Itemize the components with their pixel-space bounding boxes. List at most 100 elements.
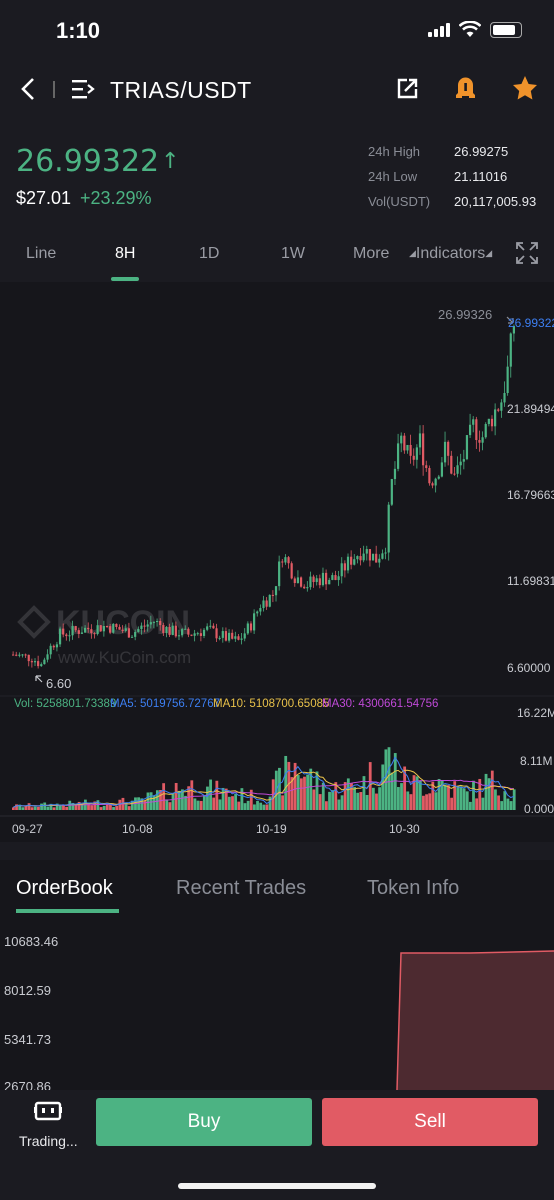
candle-body xyxy=(262,600,265,609)
candle-body xyxy=(497,409,500,411)
candle-body xyxy=(168,627,171,636)
volume-bar xyxy=(231,796,234,810)
candle-body xyxy=(77,630,80,634)
volume-bar xyxy=(99,807,103,810)
candle-body xyxy=(350,556,353,565)
buy-button[interactable]: Buy xyxy=(96,1098,312,1146)
tab-1w[interactable]: 1W xyxy=(281,245,305,263)
candle-body xyxy=(334,575,337,581)
candle-body xyxy=(509,333,512,367)
tab-1d[interactable]: 1D xyxy=(199,245,219,263)
sell-button[interactable]: Sell xyxy=(322,1098,538,1146)
candle-body xyxy=(422,433,425,466)
volume-bar xyxy=(400,783,403,810)
candle-body xyxy=(278,561,281,587)
tab-more[interactable]: More xyxy=(353,245,389,263)
candle-body xyxy=(196,633,199,635)
candle-body xyxy=(112,623,115,633)
volume-bar xyxy=(359,792,363,810)
volume-bar xyxy=(334,782,338,810)
candle-body xyxy=(33,661,37,663)
trading-bot-label[interactable]: Trading... xyxy=(19,1133,78,1149)
candle-body xyxy=(209,625,212,627)
tab-recent-trades[interactable]: Recent Trades xyxy=(176,877,306,900)
depth-y-label: 8012.59 xyxy=(4,983,51,998)
candle-body xyxy=(462,459,465,462)
section-separator xyxy=(0,842,554,860)
volume-bar xyxy=(33,806,37,810)
candle-body xyxy=(224,631,228,641)
candle-body xyxy=(152,621,156,623)
volume-bar xyxy=(287,761,291,810)
volume-bar xyxy=(109,804,112,810)
volume-bar xyxy=(221,787,225,810)
pair-title[interactable]: TRIAS/USDT xyxy=(110,77,252,104)
share-icon[interactable] xyxy=(396,77,419,100)
kline-chart[interactable]: KUCOIN www.KuCoin.com 26.99326 6.60 26.9… xyxy=(0,282,554,842)
candle-body xyxy=(340,563,343,577)
candle-body xyxy=(265,600,268,607)
max-price-label: 26.99326 xyxy=(438,307,492,322)
candle-body xyxy=(296,577,300,584)
tab-orderbook[interactable]: OrderBook xyxy=(16,877,113,900)
cellular-signal-icon xyxy=(428,23,450,37)
volume-bar xyxy=(74,804,78,810)
volume-bar xyxy=(246,800,250,810)
candle-body xyxy=(259,608,262,612)
status-bar: 1:10 xyxy=(0,0,554,60)
volume-bar xyxy=(368,762,372,810)
candle-body xyxy=(271,594,274,596)
volume-bar xyxy=(450,797,453,810)
candle-body xyxy=(249,623,253,631)
volume-bar xyxy=(268,796,272,810)
candle-body xyxy=(74,626,77,631)
candle-body xyxy=(503,392,506,403)
candle-body xyxy=(306,587,309,589)
candle-body xyxy=(105,625,109,627)
robot-icon[interactable] xyxy=(34,1100,62,1122)
candle-body xyxy=(472,419,475,425)
tab-indicators[interactable]: ◢Indicators◢ xyxy=(409,245,492,263)
status-time: 1:10 xyxy=(56,18,101,43)
low-label: 24h Low xyxy=(368,169,418,184)
candle-body xyxy=(99,625,102,632)
volume-bar xyxy=(227,796,231,810)
volume-bar xyxy=(115,805,119,810)
up-arrow-icon: ↑ xyxy=(161,149,180,174)
tab-line[interactable]: Line xyxy=(26,245,56,263)
candle-body xyxy=(96,625,99,635)
volume-bar xyxy=(328,791,331,810)
volume-bar xyxy=(331,790,335,810)
candle-body xyxy=(437,476,440,479)
candle-body xyxy=(143,625,146,627)
volume-bar xyxy=(459,786,463,810)
volume-bar xyxy=(437,778,441,810)
tab-token-info[interactable]: Token Info xyxy=(367,877,459,900)
fullscreen-icon[interactable] xyxy=(516,242,538,264)
candle-body xyxy=(400,435,403,444)
candle-body xyxy=(431,483,434,486)
candle-body xyxy=(443,441,447,463)
candle-body xyxy=(475,419,478,440)
market-list-icon[interactable] xyxy=(72,78,96,100)
candle-body xyxy=(393,468,397,480)
candle-body xyxy=(146,624,149,627)
volume-bar xyxy=(46,806,50,810)
price-alert-icon[interactable] xyxy=(452,74,479,101)
candle-body xyxy=(109,626,112,633)
candle-body xyxy=(215,628,218,639)
candle-body xyxy=(90,629,93,634)
volume-bar xyxy=(240,788,244,810)
tab-8h[interactable]: 8H xyxy=(115,245,135,263)
volume-bar xyxy=(434,792,438,810)
volume-bar xyxy=(196,800,200,810)
favorite-star-icon[interactable] xyxy=(511,74,539,102)
x-tick: 10-08 xyxy=(122,822,153,836)
volume-bar xyxy=(412,775,416,810)
candle-body xyxy=(165,627,168,634)
volume-bar xyxy=(259,802,263,810)
candle-body xyxy=(494,409,497,427)
volume-bar xyxy=(303,776,306,810)
back-icon[interactable] xyxy=(20,77,36,101)
volume-bar xyxy=(112,807,115,810)
